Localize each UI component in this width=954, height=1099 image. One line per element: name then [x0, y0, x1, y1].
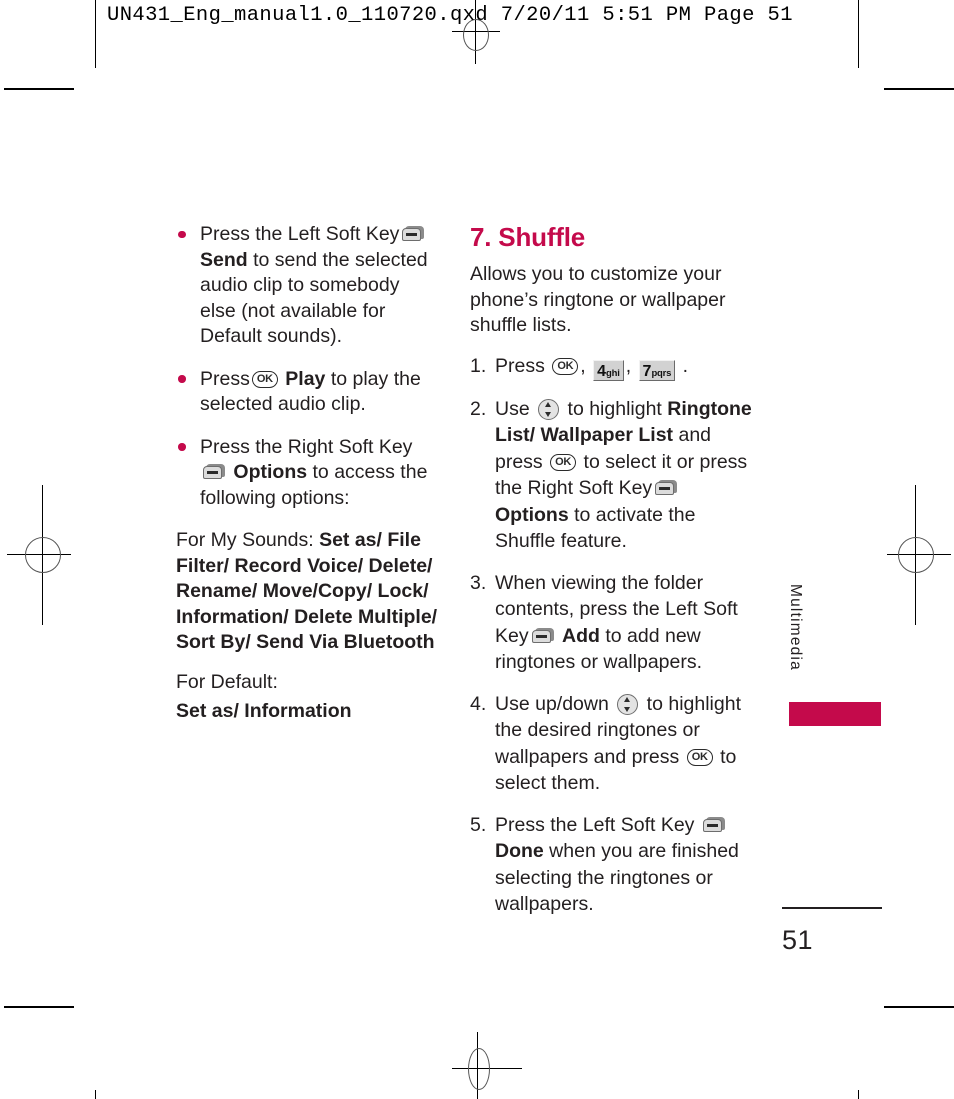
crop-mark-top-left: [4, 88, 74, 90]
right-soft-key-icon: [655, 480, 678, 497]
bullet-text-before: Press: [200, 367, 250, 390]
left-soft-key-icon: [531, 627, 554, 645]
step-text: Press: [495, 354, 545, 377]
my-sounds-label: For My Sounds:: [176, 529, 314, 551]
trim-line-right-bottom: [858, 1090, 860, 1099]
trim-rule-left: [95, 1091, 97, 1099]
bullet-item: Press the Left Soft Key Send to send the…: [176, 222, 438, 350]
nav-updown-key-icon: [538, 398, 560, 420]
ok-key-label: OK: [691, 750, 708, 763]
step-bold-label: Done: [495, 840, 544, 862]
keypad-key-number: 4: [597, 362, 607, 380]
bullet-item: Press OK Play to play the selected audio …: [176, 367, 438, 418]
ok-key-icon: OK: [552, 357, 579, 375]
footer-rule: [782, 907, 882, 909]
crop-mark-bottom-left: [4, 1006, 74, 1008]
step-number: 5.: [470, 813, 487, 836]
step-number: 4.: [470, 692, 487, 715]
ok-key-icon: OK: [550, 453, 577, 471]
bullet-item: Press the Right Soft Key Options to acce…: [176, 435, 438, 512]
page-header-slug: UN431_Eng_manual1.0_110720.qxd 7/20/11 5…: [107, 4, 793, 27]
my-sounds-options-paragraph: For My Sounds: Set as/ File Filter/ Reco…: [176, 528, 438, 656]
ok-key-label: OK: [256, 372, 273, 385]
step-bold-label: Add: [562, 624, 600, 647]
chapter-tab-label: Multimedia: [787, 584, 804, 671]
step-number: 3.: [470, 571, 487, 594]
nav-updown-key-icon: [617, 693, 639, 715]
bullet-bold-label: Play: [285, 367, 326, 390]
bullet-bold-label: Options: [233, 461, 308, 483]
bullet-text-before: Press the Right Soft Key: [200, 435, 413, 458]
numbered-step: 3. When viewing the folder contents, pre…: [470, 570, 755, 676]
bullet-dot-icon: [178, 443, 186, 451]
left-soft-key-icon: [402, 226, 425, 243]
step-text-end: .: [682, 354, 689, 377]
step-separator: ,: [625, 354, 632, 377]
trim-line-left: [95, 0, 97, 68]
keypad-key-4-icon: 4ghi: [593, 359, 624, 381]
right-text-column: 7. Shuffle Allows you to customize your …: [470, 222, 755, 933]
ok-key-label: OK: [555, 455, 572, 468]
bullet-dot-icon: [178, 230, 186, 238]
trim-line-right: [858, 0, 860, 68]
crop-mark-bottom-right: [884, 1006, 954, 1008]
default-label: For Default:: [176, 670, 278, 693]
bullet-dot-icon: [178, 375, 186, 383]
step-number: 1.: [470, 354, 487, 377]
default-options-paragraph: Set as/ Information: [176, 699, 438, 725]
registration-mark-left: [7, 485, 71, 625]
step-bold-label: Options: [495, 503, 569, 526]
bullet-bold-label: Send: [200, 248, 248, 271]
step-text: Press the Left Soft Key: [495, 813, 695, 836]
step-text: Use up/down: [495, 692, 609, 715]
keypad-key-letters: pqrs: [651, 367, 672, 379]
step-separator: ,: [580, 354, 586, 377]
step-text: to highlight: [567, 397, 662, 420]
default-label-paragraph: For Default:: [176, 670, 438, 696]
crop-mark-top-right: [884, 88, 954, 90]
default-options-list: Set as/ Information: [176, 700, 352, 722]
right-soft-key-icon: [203, 464, 225, 481]
page-number: 51: [782, 925, 814, 955]
numbered-step: 4. Use up/down to highlight the desired …: [470, 691, 755, 797]
ok-key-label: OK: [557, 359, 574, 372]
keypad-key-7-icon: 7pqrs: [638, 359, 676, 381]
section-heading: 7. Shuffle: [470, 222, 586, 252]
step-number: 2.: [470, 397, 487, 420]
numbered-step: 2. Use to highlight Ringtone List/ Wallp…: [470, 396, 755, 555]
ok-key-icon: OK: [686, 748, 713, 766]
ok-key-icon: OK: [251, 370, 278, 388]
left-text-column: Press the Left Soft Key Send to send the…: [176, 222, 438, 739]
numbered-step: 5. Press the Left Soft Key Done when you…: [470, 812, 755, 918]
registration-mark-bottom: [452, 1032, 522, 1099]
chapter-tab-bar: [789, 702, 881, 726]
registration-mark-right: [887, 485, 951, 625]
keypad-key-letters: ghi: [606, 367, 620, 379]
left-soft-key-icon: [702, 816, 725, 834]
step-text: Use: [495, 397, 530, 420]
bullet-text-before: Press the Left Soft Key: [200, 223, 400, 245]
numbered-step: 1. Press OK, 4ghi, 7pqrs .: [470, 353, 755, 381]
section-intro-paragraph: Allows you to customize your phone’s rin…: [470, 263, 726, 336]
